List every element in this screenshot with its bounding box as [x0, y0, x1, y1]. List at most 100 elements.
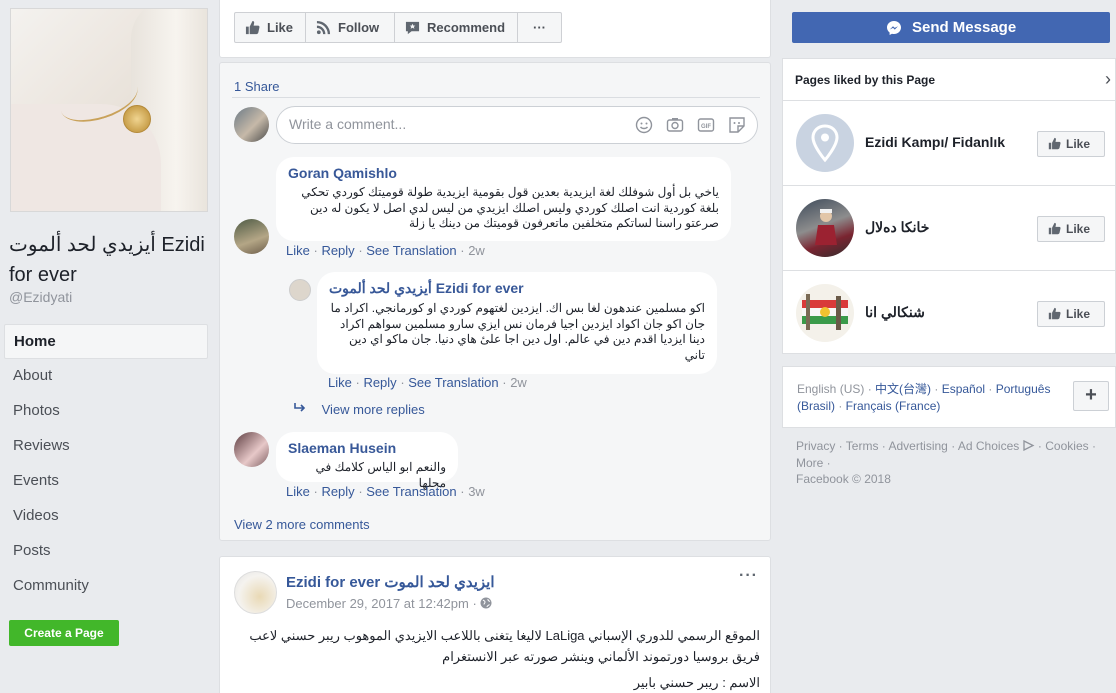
more-options-button[interactable]: ···	[517, 12, 562, 43]
liked-page-avatar[interactable]	[796, 199, 854, 257]
comment-time[interactable]: 2w	[468, 243, 485, 258]
language-link[interactable]: 中文(台灣)	[875, 382, 931, 396]
see-translation-link[interactable]: See Translation	[366, 243, 456, 258]
footer-links: Privacy · Terms · Advertising · Ad Choic…	[796, 439, 1096, 470]
see-translation-link[interactable]: See Translation	[366, 484, 456, 499]
comment-author[interactable]: Slaeman Husein	[288, 440, 446, 456]
liked-page-name[interactable]: خانكا دەلال	[865, 219, 929, 236]
see-translation-link[interactable]: See Translation	[408, 375, 498, 390]
like-label: Like	[1066, 307, 1091, 321]
page-nav: Home About Photos Reviews Events Videos …	[4, 324, 208, 604]
reply-bubble: أيزيدي لحد ألموت Ezidi for ever اكو مسلم…	[317, 272, 717, 374]
view-more-replies-link[interactable]: View more replies	[292, 402, 425, 417]
like-page-button[interactable]: Like	[1037, 131, 1105, 157]
reply-time[interactable]: 2w	[510, 375, 527, 390]
liked-page-avatar[interactable]	[796, 284, 854, 342]
emoji-icon[interactable]	[635, 116, 653, 134]
copyright: Facebook © 2018	[796, 472, 891, 486]
chevron-right-icon[interactable]: ›	[1105, 69, 1111, 90]
create-page-button[interactable]: Create a Page	[9, 620, 119, 646]
language-link[interactable]: Français (France)	[846, 399, 941, 413]
comment-bubble: Slaeman Husein والنعم ابو الياس كلامك في…	[276, 432, 458, 490]
liked-page-name[interactable]: شنكالي انا	[865, 304, 925, 321]
follow-button[interactable]: Follow	[305, 12, 395, 43]
comment-like-link[interactable]: Like	[286, 484, 310, 499]
like-page-button[interactable]: Like	[234, 12, 306, 43]
like-page-button[interactable]: Like	[1037, 216, 1105, 242]
language-box: English (US) · 中文(台灣) · Español · Portug…	[782, 366, 1116, 428]
recommend-button[interactable]: Recommend	[394, 12, 518, 43]
camera-icon[interactable]	[666, 116, 684, 134]
footer-link-privacy[interactable]: Privacy	[796, 439, 835, 453]
nav-item-home[interactable]: Home	[4, 324, 208, 359]
nav-item-photos[interactable]: Photos	[4, 394, 208, 429]
commenter-avatar[interactable]	[234, 219, 269, 254]
footer-link-advertising[interactable]: Advertising	[888, 439, 947, 453]
pages-liked-title[interactable]: Pages liked by this Page	[795, 73, 935, 87]
post-text-line: الاسم : ريبر حسني بابير	[633, 675, 760, 690]
reply-reply-link[interactable]: Reply	[363, 375, 396, 390]
footer-link-cookies[interactable]: Cookies	[1045, 439, 1088, 453]
sticker-icon[interactable]	[728, 116, 746, 134]
thumbs-up-icon	[1048, 137, 1061, 150]
send-message-label: Send Message	[911, 19, 1017, 36]
page-avatar[interactable]	[289, 279, 311, 301]
page-handle[interactable]: @Ezidyati	[9, 289, 72, 305]
divider	[232, 97, 760, 98]
nav-item-events[interactable]: Events	[4, 464, 208, 499]
commenter-avatar[interactable]	[234, 432, 269, 467]
post-author[interactable]: Ezidi for ever ايزيدي لحد الموت	[286, 573, 495, 591]
view-more-replies-label: View more replies	[321, 402, 425, 417]
page-avatar[interactable]	[234, 571, 277, 614]
follow-label: Follow	[338, 20, 380, 35]
recommend-label: Recommend	[427, 20, 506, 35]
thumbs-up-icon	[1048, 222, 1061, 235]
svg-text:GIF: GIF	[701, 124, 711, 130]
post-date[interactable]: December 29, 2017 at 12:42pm ·	[286, 596, 492, 611]
comment-reply-link[interactable]: Reply	[321, 484, 354, 499]
liked-page-row: Ezidi Kampı/ Fidanlık Like	[783, 100, 1116, 185]
like-page-button[interactable]: Like	[1037, 301, 1105, 327]
gif-icon[interactable]: GIF	[697, 116, 715, 134]
nav-item-reviews[interactable]: Reviews	[4, 429, 208, 464]
footer-link-terms[interactable]: Terms	[846, 439, 879, 453]
send-message-button[interactable]: Send Message	[792, 12, 1110, 43]
language-link[interactable]: Español	[942, 382, 985, 396]
post-options-button[interactable]: ···	[739, 567, 758, 585]
reply-author[interactable]: أيزيدي لحد ألموت Ezidi for ever	[329, 280, 705, 297]
current-user-avatar[interactable]	[234, 107, 269, 142]
liked-page-name[interactable]: Ezidi Kampı/ Fidanlık	[865, 134, 1005, 150]
profile-photo[interactable]	[10, 8, 208, 212]
comment-input[interactable]	[289, 116, 629, 132]
comment-box[interactable]: GIF	[276, 106, 758, 144]
nav-item-community[interactable]: Community	[4, 569, 208, 604]
thumbs-up-icon	[1048, 307, 1061, 320]
rss-icon	[316, 20, 331, 35]
footer-link-more[interactable]: More	[796, 456, 823, 470]
liked-page-row: خانكا دەلال Like	[783, 185, 1116, 270]
comment-time[interactable]: 3w	[468, 484, 485, 499]
reply-like-link[interactable]: Like	[328, 375, 352, 390]
footer-link-ad-choices[interactable]: Ad Choices	[958, 439, 1019, 453]
page-action-bar: Like Follow Recommend ···	[219, 0, 771, 58]
more-languages-button[interactable]: +	[1073, 381, 1109, 411]
flag-logo-icon	[802, 294, 848, 330]
nav-item-posts[interactable]: Posts	[4, 534, 208, 569]
messenger-icon	[886, 21, 901, 36]
nav-item-about[interactable]: About	[4, 359, 208, 394]
person-photo-icon	[815, 209, 837, 245]
liked-page-avatar[interactable]	[796, 114, 854, 172]
comment-like-link[interactable]: Like	[286, 243, 310, 258]
thumbs-up-icon	[245, 20, 260, 35]
page-title[interactable]: أيزيدي لحد ألموت Ezidi for ever	[9, 230, 214, 290]
like-label: Like	[1066, 137, 1091, 151]
dot-separator: ·	[472, 596, 481, 611]
shares-count[interactable]: 1 Share	[234, 79, 280, 94]
view-more-comments-link[interactable]: View 2 more comments	[234, 517, 370, 532]
language-current[interactable]: English (US)	[797, 382, 864, 396]
comment-author[interactable]: Goran Qamishlo	[288, 165, 719, 181]
nav-item-videos[interactable]: Videos	[4, 499, 208, 534]
like-label: Like	[1066, 222, 1091, 236]
comment-reply-link[interactable]: Reply	[321, 243, 354, 258]
location-pin-icon	[811, 124, 839, 163]
